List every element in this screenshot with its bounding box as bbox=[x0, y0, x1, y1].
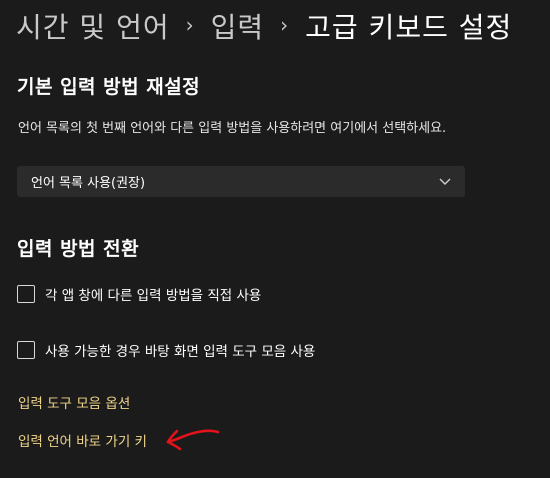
per-app-checkbox[interactable] bbox=[17, 285, 35, 303]
input-language-hotkeys-link[interactable]: 입력 언어 바로 가기 키 bbox=[18, 430, 147, 450]
reset-description: 언어 목록의 첫 번째 언어와 다른 입력 방법을 사용하려면 여기에서 선택하… bbox=[18, 121, 447, 136]
section-title-reset: 기본 입력 방법 재설정 bbox=[17, 76, 201, 98]
language-bar-options-link[interactable]: 입력 도구 모음 옵션 bbox=[18, 392, 130, 412]
breadcrumb: 시간 및 언어 › 입력 › 고급 키보드 설정 bbox=[16, 4, 512, 48]
breadcrumb-separator: › bbox=[185, 13, 195, 37]
per-app-checkbox-label: 각 앱 창에 다른 입력 방법을 직접 사용 bbox=[45, 288, 262, 304]
breadcrumb-separator: › bbox=[280, 13, 290, 37]
settings-page: 시간 및 언어 › 입력 › 고급 키보드 설정 기본 입력 방법 재설정 언어… bbox=[0, 0, 550, 478]
checkbox-row-per-app[interactable]: 각 앱 창에 다른 입력 방법을 직접 사용 bbox=[17, 284, 261, 304]
input-method-dropdown[interactable]: 언어 목록 사용(권장) bbox=[17, 166, 465, 197]
dropdown-selected-value: 언어 목록 사용(권장) bbox=[31, 176, 146, 191]
page-title: 고급 키보드 설정 bbox=[305, 11, 513, 44]
language-bar-checkbox-label: 사용 가능한 경우 바탕 화면 입력 도구 모음 사용 bbox=[45, 344, 316, 360]
checkbox-row-language-bar[interactable]: 사용 가능한 경우 바탕 화면 입력 도구 모음 사용 bbox=[17, 340, 315, 360]
breadcrumb-typing[interactable]: 입력 bbox=[211, 6, 265, 46]
red-arrow-annotation bbox=[166, 429, 220, 451]
chevron-down-icon bbox=[439, 176, 451, 188]
language-bar-checkbox[interactable] bbox=[17, 341, 35, 359]
section-title-switch: 입력 방법 전환 bbox=[17, 238, 140, 260]
breadcrumb-time-language[interactable]: 시간 및 언어 bbox=[16, 6, 170, 46]
